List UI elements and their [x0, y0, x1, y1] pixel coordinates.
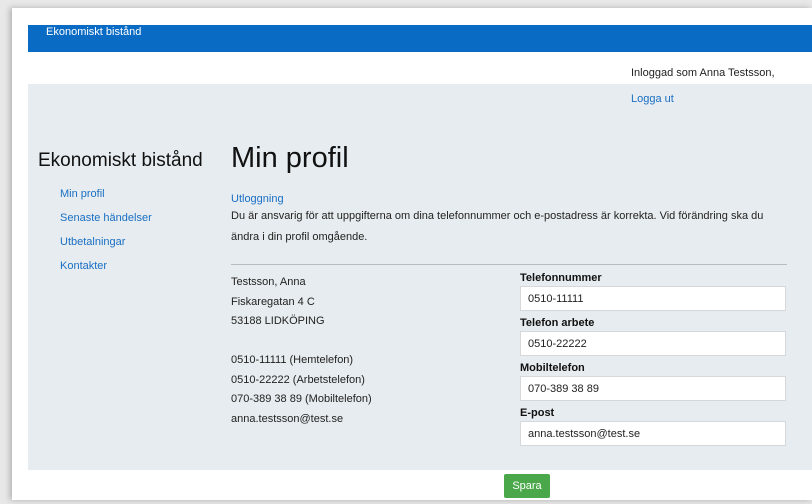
save-button[interactable]: Spara: [504, 474, 550, 498]
email-input[interactable]: [520, 421, 786, 446]
sidebar-nav: Min profil Senaste händelser Utbetalning…: [60, 188, 152, 284]
phone-input[interactable]: [520, 286, 786, 311]
address-spacer: [231, 332, 372, 352]
utloggning-link[interactable]: Utloggning: [231, 193, 284, 205]
brand-link[interactable]: Ekonomiskt bistånd: [46, 26, 141, 38]
sidebar-item-kontakter[interactable]: Kontakter: [60, 260, 152, 284]
user-bar: Inloggad som Anna Testsson,: [28, 52, 812, 84]
sidebar-item-utbetalningar[interactable]: Utbetalningar: [60, 236, 152, 260]
address-home-phone: 0510-11111 (Hemtelefon): [231, 354, 354, 366]
content-area: Logga ut Ekonomiskt bistånd Min profil S…: [28, 84, 812, 470]
sidebar-item-min-profil[interactable]: Min profil: [60, 188, 152, 212]
mobile-phone-label: Mobiltelefon: [520, 362, 585, 374]
info-text: Du är ansvarig för att uppgifterna om di…: [231, 210, 764, 243]
sidebar-item-senaste-handelser[interactable]: Senaste händelser: [60, 212, 152, 236]
content-bottom-edge: [28, 470, 812, 471]
address-block: Testsson, Anna Fiskaregatan 4 C 53188 LI…: [231, 273, 372, 429]
page-title: Min profil: [231, 142, 349, 174]
browser-window: Ekonomiskt bistånd Inloggad som Anna Tes…: [12, 8, 812, 500]
address-mobile-phone: 070-389 38 89 (Mobiltelefon): [231, 393, 372, 405]
address-city: 53188 LIDKÖPING: [231, 315, 325, 327]
divider: [231, 264, 787, 265]
logout-link[interactable]: Logga ut: [631, 93, 674, 105]
email-label: E-post: [520, 407, 555, 419]
profile-form: Telefonnummer Telefon arbete Mobiltelefo…: [520, 272, 786, 452]
address-email: anna.testsson@test.se: [231, 412, 344, 425]
work-phone-input[interactable]: [520, 331, 786, 356]
sidebar-title: Ekonomiskt bistånd: [38, 150, 203, 171]
mobile-phone-input[interactable]: [520, 376, 786, 401]
phone-label: Telefonnummer: [520, 272, 602, 284]
logged-in-text: Inloggad som Anna Testsson,: [631, 67, 775, 79]
top-navbar: Ekonomiskt bistånd: [28, 25, 812, 52]
address-name: Testsson, Anna: [231, 276, 306, 288]
address-street: Fiskaregatan 4 C: [231, 295, 315, 308]
address-work-phone: 0510-22222 (Arbetstelefon): [231, 373, 365, 386]
work-phone-label: Telefon arbete: [520, 317, 595, 329]
